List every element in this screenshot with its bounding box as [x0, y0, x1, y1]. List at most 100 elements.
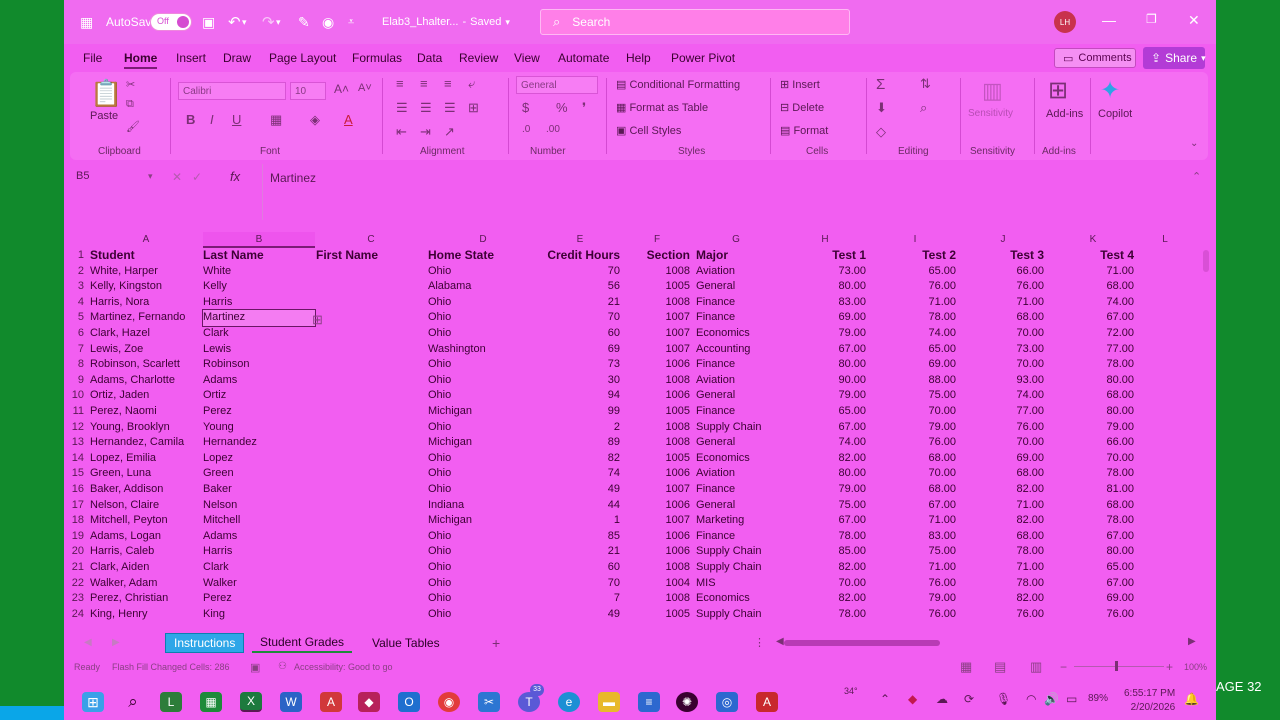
comma-icon[interactable]: ❜	[582, 100, 586, 116]
macro-recording-icon[interactable]: ▣	[250, 661, 260, 674]
cell-home-state[interactable]: Washington	[428, 342, 538, 358]
cell-test-4[interactable]: 74.00	[1052, 295, 1134, 311]
font-color-icon[interactable]: A	[344, 112, 353, 127]
increase-font-icon[interactable]: A˄	[334, 82, 349, 96]
cell-test-4[interactable]: 77.00	[1052, 342, 1134, 358]
camera-icon[interactable]: ◎	[716, 692, 738, 712]
cell-major[interactable]: Finance	[696, 357, 786, 373]
add-ins-button-label[interactable]: Add-ins	[1046, 108, 1083, 120]
cell-major[interactable]: Supply Chain	[696, 560, 786, 576]
cell-major[interactable]: Accounting	[696, 342, 786, 358]
cell-student[interactable]: Harris, Caleb	[90, 544, 202, 560]
cell-last-name[interactable]: Lewis	[203, 342, 315, 358]
cell-section[interactable]: 1006	[624, 498, 690, 514]
cell-home-state[interactable]: Ohio	[428, 591, 538, 607]
row-number[interactable]: 7	[64, 342, 84, 358]
start-icon[interactable]: ⊞	[82, 692, 104, 712]
cell-test-1[interactable]: 70.00	[784, 576, 866, 592]
cell-test-1[interactable]: 67.00	[784, 513, 866, 529]
cell-first-name[interactable]	[316, 513, 426, 529]
cell-last-name[interactable]: Lopez	[203, 451, 315, 467]
cell-test-2[interactable]: 76.00	[874, 279, 956, 295]
cell-test-1[interactable]: 67.00	[784, 342, 866, 358]
cell-home-state[interactable]: Ohio	[428, 373, 538, 389]
row-number[interactable]: 9	[64, 373, 84, 389]
notification-bell-icon[interactable]: 🔔	[1184, 692, 1199, 706]
cell-student[interactable]: Baker, Addison	[90, 482, 202, 498]
cell-student[interactable]: Hernandez, Camila	[90, 435, 202, 451]
outlook-icon[interactable]: O	[398, 692, 420, 712]
delete-cells-button[interactable]: ⊟ Delete	[780, 101, 824, 114]
chrome-icon[interactable]: ◉	[438, 692, 460, 712]
cell-last-name[interactable]: Hernandez	[203, 435, 315, 451]
cell-test-2[interactable]: 75.00	[874, 544, 956, 560]
cell-test-4[interactable]: 78.00	[1052, 513, 1134, 529]
copy-icon[interactable]: ⧉	[126, 98, 134, 111]
cell-test-4[interactable]: 67.00	[1052, 529, 1134, 545]
align-left-icon[interactable]: ☰	[396, 100, 408, 116]
cell-credit-hours[interactable]: 70	[540, 264, 620, 280]
cell-section[interactable]: 1008	[624, 264, 690, 280]
cell-test-4[interactable]: 79.00	[1052, 420, 1134, 436]
cell-test-2[interactable]: 79.00	[874, 420, 956, 436]
cell-test-3[interactable]: 68.00	[962, 529, 1044, 545]
header-test-4[interactable]: Test 4	[1052, 248, 1134, 264]
cell-test-2[interactable]: 65.00	[874, 342, 956, 358]
header-student[interactable]: Student	[90, 248, 202, 264]
circle-icon[interactable]: ◉	[322, 12, 334, 32]
cell-first-name[interactable]	[316, 529, 426, 545]
cell-test-1[interactable]: 82.00	[784, 560, 866, 576]
cell-first-name[interactable]	[316, 466, 426, 482]
row-number[interactable]: 4	[64, 295, 84, 311]
chevron-down-icon[interactable]: ▾	[276, 12, 281, 32]
cell-last-name[interactable]: Adams	[203, 373, 315, 389]
cell-first-name[interactable]	[316, 357, 426, 373]
cell-test-3[interactable]: 70.00	[962, 326, 1044, 342]
cell-section[interactable]: 1008	[624, 420, 690, 436]
cell-first-name[interactable]	[316, 544, 426, 560]
decrease-decimal-icon[interactable]: .00	[546, 124, 560, 135]
row-number[interactable]: 12	[64, 420, 84, 436]
paste-label[interactable]: Paste	[90, 110, 118, 122]
cell-home-state[interactable]: Indiana	[428, 498, 538, 514]
cell-major[interactable]: Marketing	[696, 513, 786, 529]
scroll-left-icon[interactable]: ◀	[776, 636, 784, 647]
header-home-state[interactable]: Home State	[428, 248, 538, 264]
restore-icon[interactable]: ❐	[1146, 12, 1157, 26]
cell-student[interactable]: Harris, Nora	[90, 295, 202, 311]
cell-test-1[interactable]: 82.00	[784, 451, 866, 467]
cell-test-3[interactable]: 82.00	[962, 513, 1044, 529]
cell-first-name[interactable]	[316, 576, 426, 592]
cell-test-2[interactable]: 65.00	[874, 264, 956, 280]
redo-icon[interactable]: ↷	[262, 12, 275, 32]
cell-last-name[interactable]: King	[203, 607, 315, 623]
cell-test-3[interactable]: 70.00	[962, 357, 1044, 373]
cell-test-4[interactable]: 67.00	[1052, 310, 1134, 326]
cell-last-name[interactable]: Mitchell	[203, 513, 315, 529]
cell-home-state[interactable]: Ohio	[428, 560, 538, 576]
cell-test-4[interactable]: 78.00	[1052, 466, 1134, 482]
italic-icon[interactable]: I	[210, 112, 214, 127]
tab-view[interactable]: View	[514, 51, 540, 65]
cell-test-1[interactable]: 65.00	[784, 404, 866, 420]
cell-test-4[interactable]: 81.00	[1052, 482, 1134, 498]
cell-test-2[interactable]: 74.00	[874, 326, 956, 342]
snipping-tool-icon[interactable]: ✂	[478, 692, 500, 712]
sheet-tab-student-grades[interactable]: Student Grades	[252, 633, 353, 653]
cell-test-2[interactable]: 76.00	[874, 576, 956, 592]
cell-student[interactable]: White, Harper	[90, 264, 202, 280]
cell-credit-hours[interactable]: 7	[540, 591, 620, 607]
cell-home-state[interactable]: Ohio	[428, 451, 538, 467]
close-icon[interactable]: ✕	[1188, 12, 1200, 29]
cell-test-1[interactable]: 85.00	[784, 544, 866, 560]
tab-help[interactable]: Help	[626, 51, 651, 65]
row-number[interactable]: 19	[64, 529, 84, 545]
cell-credit-hours[interactable]: 89	[540, 435, 620, 451]
cell-last-name[interactable]: Clark	[203, 560, 315, 576]
cell-test-2[interactable]: 88.00	[874, 373, 956, 389]
row-number[interactable]: 3	[64, 279, 84, 295]
comments-button[interactable]: ▭ Comments	[1054, 48, 1136, 68]
column-header-j[interactable]: J	[962, 232, 1044, 248]
cell-student[interactable]: Ortiz, Jaden	[90, 388, 202, 404]
align-middle-icon[interactable]: ≡	[420, 76, 428, 91]
